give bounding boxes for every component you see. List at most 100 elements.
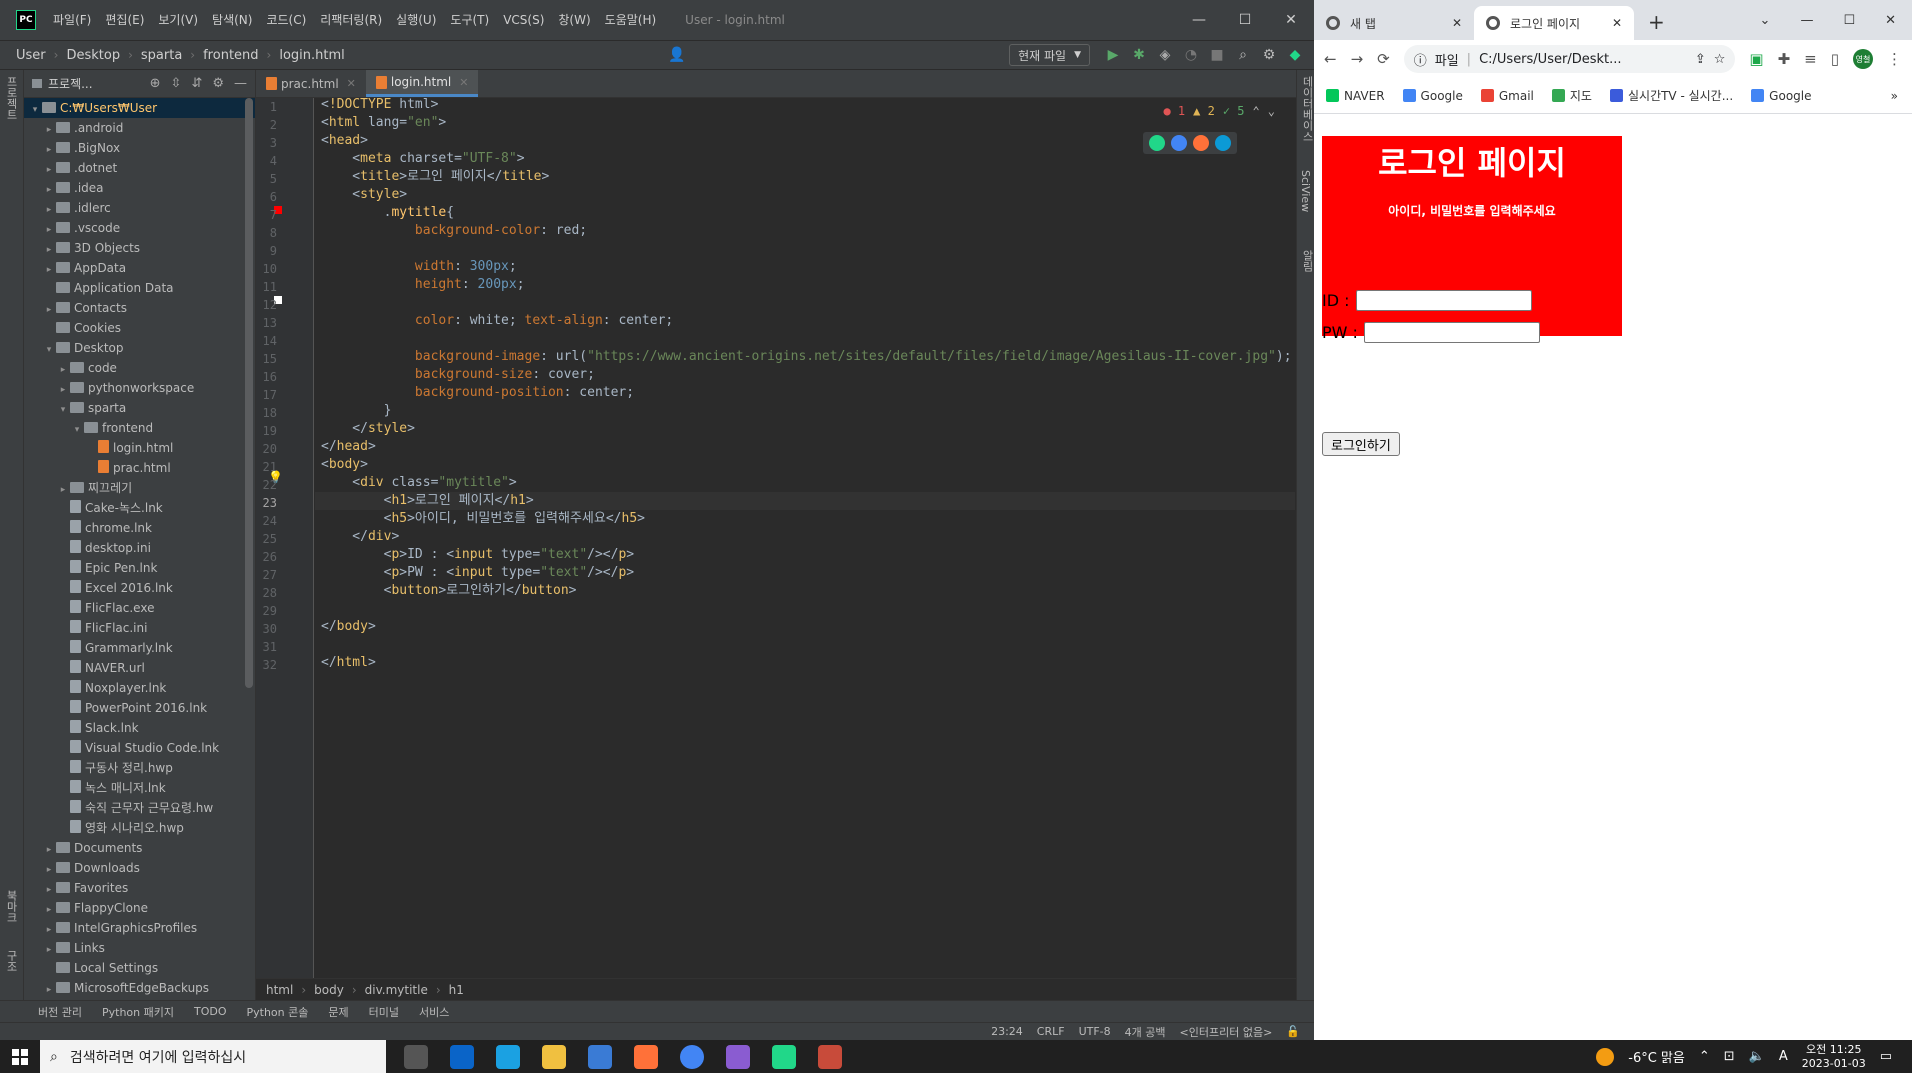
editor-breadcrumb-item[interactable]: h1	[449, 983, 464, 997]
tree-item[interactable]: Slack.lnk	[24, 718, 255, 738]
avatar[interactable]: 영철	[1853, 49, 1873, 69]
extension-tv-icon[interactable]: ▣	[1749, 50, 1763, 68]
tree-arrow-icon[interactable]: ▸	[42, 140, 56, 160]
login-button[interactable]: 로그인하기	[1322, 432, 1400, 456]
chevron-up-icon[interactable]: ⌃	[1699, 1049, 1710, 1064]
editor-breadcrumb-item[interactable]: div.mytitle	[365, 983, 428, 997]
browser-tab[interactable]: 새 탭 ✕	[1314, 6, 1474, 40]
tree-arrow-icon[interactable]: ▾	[70, 420, 84, 440]
menu-item-9[interactable]: 창(W)	[551, 0, 597, 40]
profile-icon[interactable]: ◔	[1178, 47, 1204, 63]
menu-item-1[interactable]: 편집(E)	[98, 0, 151, 40]
collapse-all-icon[interactable]: ⇵	[191, 76, 202, 91]
tree-item[interactable]: ▸ AppData	[24, 258, 255, 278]
taskbar-search[interactable]: ⌕ 검색하려면 여기에 입력하십시	[40, 1040, 386, 1073]
menu-item-6[interactable]: 실행(U)	[389, 0, 443, 40]
menu-item-8[interactable]: VCS(S)	[496, 0, 551, 40]
tree-item[interactable]: 구동사 정리.hwp	[24, 758, 255, 778]
run-icon[interactable]: ▶	[1100, 47, 1126, 63]
close-icon[interactable]: ✕	[1268, 12, 1314, 28]
firefox-icon[interactable]	[1193, 135, 1209, 151]
plugin-icon[interactable]: ◆	[1282, 47, 1308, 63]
tree-arrow-icon[interactable]: ▸	[42, 300, 56, 320]
tree-item[interactable]: ▸ IntelGraphicsProfiles	[24, 918, 255, 938]
tree-item[interactable]: ▸ MicrosoftEdgeBackups	[24, 978, 255, 998]
tree-item[interactable]: Noxplayer.lnk	[24, 678, 255, 698]
store-icon[interactable]	[588, 1044, 612, 1069]
status-item[interactable]: UTF-8	[1079, 1025, 1111, 1038]
tree-item[interactable]: ▾ sparta	[24, 398, 255, 418]
status-item[interactable]: <인터프리터 없음>	[1180, 1024, 1273, 1040]
bottom-tool-1[interactable]: Python 패키지	[102, 1004, 174, 1020]
menu-item-4[interactable]: 코드(C)	[259, 0, 313, 40]
bottom-tool-2[interactable]: TODO	[194, 1005, 227, 1018]
run-config-select[interactable]: 현재 파일 ▼	[1009, 44, 1090, 66]
tool-tab-project[interactable]: 프로젝트	[3, 76, 19, 120]
breadcrumb-item[interactable]: login.html	[279, 48, 344, 63]
tree-item[interactable]: Excel 2016.lnk	[24, 578, 255, 598]
id-input[interactable]	[1355, 290, 1532, 311]
tree-arrow-icon[interactable]: ▾	[56, 400, 70, 420]
firefox-icon[interactable]	[634, 1044, 658, 1069]
tree-arrow-icon[interactable]: ▾	[28, 100, 42, 120]
close-icon[interactable]: ✕	[1612, 16, 1622, 30]
tree-item[interactable]: Visual Studio Code.lnk	[24, 738, 255, 758]
tree-item[interactable]: ▸ FlappyClone	[24, 898, 255, 918]
chevron-down-icon[interactable]: ⌄	[1268, 104, 1275, 118]
chevron-right-icon[interactable]: »	[1891, 89, 1898, 103]
menu-item-10[interactable]: 도움말(H)	[598, 0, 664, 40]
tool-tab-notifications[interactable]: 알림	[1299, 250, 1315, 272]
maximize-icon[interactable]: ☐	[1222, 12, 1268, 28]
weather-text[interactable]: -6°C 맑음	[1628, 1047, 1685, 1066]
tree-item[interactable]: 녹스 매니저.lnk	[24, 778, 255, 798]
tree-item[interactable]: ▸ Contacts	[24, 298, 255, 318]
bottom-tool-0[interactable]: 버전 관리	[38, 1004, 82, 1020]
mail-icon[interactable]	[450, 1044, 474, 1069]
bookmark-item[interactable]: Gmail	[1480, 88, 1534, 103]
tool-tab-structure[interactable]: 구조	[3, 950, 19, 972]
gear-icon[interactable]: ⚙	[212, 76, 224, 91]
tree-arrow-icon[interactable]: ▸	[56, 380, 70, 400]
tree-item[interactable]: FlicFlac.ini	[24, 618, 255, 638]
tree-arrow-icon[interactable]: ▸	[42, 860, 56, 880]
menu-item-0[interactable]: 파일(F)	[46, 0, 98, 40]
tree-item[interactable]: ▸ 찌끄레기	[24, 478, 255, 498]
pycharm-preview-icon[interactable]	[1149, 135, 1165, 151]
tree-item[interactable]: 영화 시나리오.hwp	[24, 818, 255, 838]
nox-icon[interactable]	[726, 1044, 750, 1069]
tree-item[interactable]: ▸ Favorites	[24, 878, 255, 898]
bottom-tool-3[interactable]: Python 콘솔	[247, 1004, 309, 1020]
tree-item[interactable]: login.html	[24, 438, 255, 458]
tree-item[interactable]: chrome.lnk	[24, 518, 255, 538]
coverage-icon[interactable]: ◈	[1152, 47, 1178, 63]
tree-item[interactable]: Epic Pen.lnk	[24, 558, 255, 578]
tree-arrow-icon[interactable]: ▸	[42, 880, 56, 900]
start-button[interactable]	[0, 1048, 40, 1065]
tree-arrow-icon[interactable]: ▸	[42, 240, 56, 260]
breadcrumb-item[interactable]: frontend	[203, 48, 258, 63]
locate-icon[interactable]: ⊕	[150, 76, 161, 91]
editor-tab[interactable]: prac.html ✕	[256, 70, 366, 97]
maximize-icon[interactable]: ☐	[1843, 13, 1855, 28]
tree-arrow-icon[interactable]: ▸	[42, 940, 56, 960]
bookmark-item[interactable]: 지도	[1551, 87, 1592, 104]
bottom-tool-6[interactable]: 서비스	[419, 1004, 449, 1020]
tree-item[interactable]: ▸ .vscode	[24, 218, 255, 238]
tree-arrow-icon[interactable]: ▸	[42, 980, 56, 1000]
tree-item[interactable]: FlicFlac.exe	[24, 598, 255, 618]
app-icon[interactable]	[818, 1044, 842, 1069]
menu-item-2[interactable]: 보기(V)	[151, 0, 205, 40]
tree-item[interactable]: ▸ .android	[24, 118, 255, 138]
pw-input[interactable]	[1363, 322, 1540, 343]
tree-item[interactable]: ▸ pythonworkspace	[24, 378, 255, 398]
tree-arrow-icon[interactable]: ▸	[42, 120, 56, 140]
tree-item[interactable]: ▾ frontend	[24, 418, 255, 438]
status-item[interactable]: 4개 공백	[1125, 1024, 1166, 1040]
chrome-icon[interactable]	[1171, 135, 1187, 151]
breadcrumb-item[interactable]: Desktop	[66, 48, 120, 63]
stop-icon[interactable]: ■	[1204, 47, 1230, 63]
clock[interactable]: 오전 11:25 2023-01-03	[1802, 1043, 1866, 1071]
volume-icon[interactable]: 🔈	[1749, 1049, 1765, 1064]
chevron-down-icon[interactable]: ⌄	[1760, 13, 1771, 28]
tree-item[interactable]: ▸ Downloads	[24, 858, 255, 878]
